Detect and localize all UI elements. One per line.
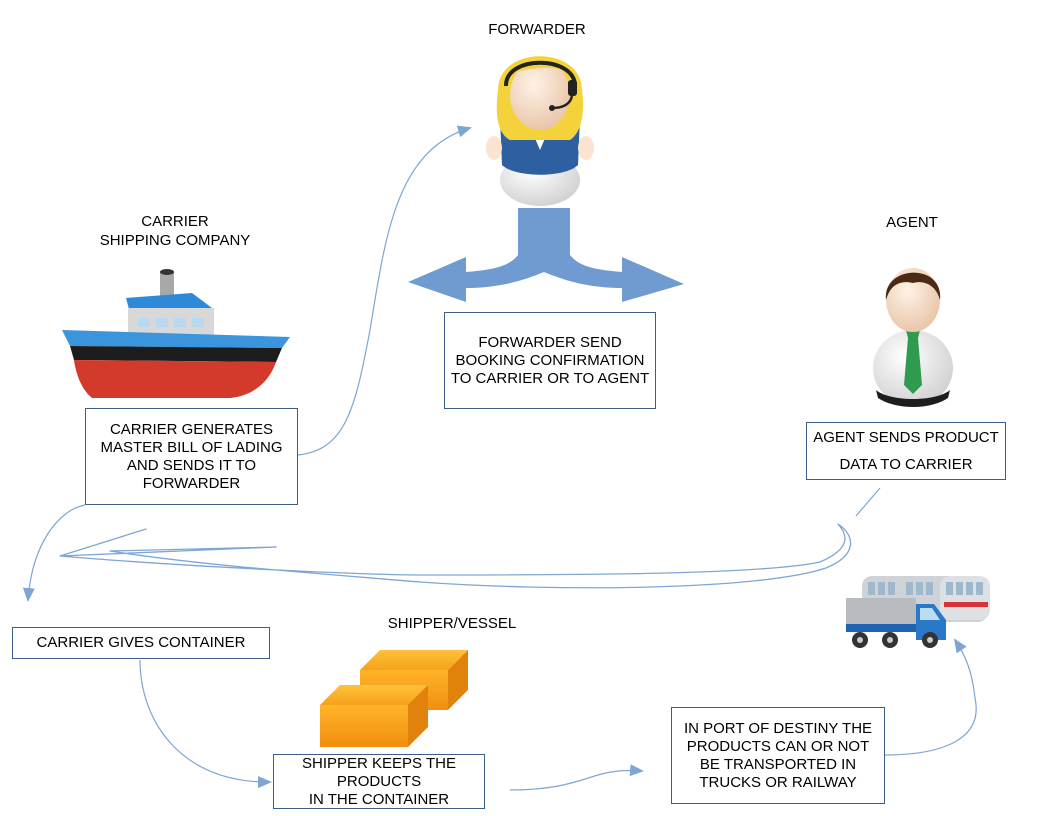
container-icon: [320, 650, 468, 747]
box-port-destiny: IN PORT OF DESTINY THE PRODUCTS CAN OR N…: [671, 707, 885, 804]
businessman-icon: [873, 268, 953, 407]
box-carrier-generates: CARRIER GENERATES MASTER BILL OF LADING …: [85, 408, 298, 505]
headset-person-icon: [486, 56, 594, 206]
box-carrier-gives: CARRIER GIVES CONTAINER: [12, 627, 270, 659]
box-forwarder-send: FORWARDER SEND BOOKING CONFIRMATION TO C…: [444, 312, 656, 409]
box-shipper-keeps: SHIPPER KEEPS THE PRODUCTS IN THE CONTAI…: [273, 754, 485, 809]
ship-icon: [62, 269, 290, 398]
connector-to-shipper: [139, 659, 272, 789]
connector-to-port: [509, 764, 644, 791]
label-forwarder: FORWARDER: [488, 21, 586, 38]
split-arrow: [408, 208, 684, 302]
label-carrier-line2: SHIPPING COMPANY: [99, 232, 251, 249]
diagram-canvas: FORWARDER CARRIER SHIPPING COMPANY AGENT…: [0, 0, 1056, 816]
label-carrier: CARRIER SHIPPING COMPANY: [80, 212, 270, 250]
label-agent: AGENT: [886, 214, 938, 231]
label-carrier-line1: CARRIER: [141, 213, 209, 230]
box-agent-sends: AGENT SENDS PRODUCT DATA TO CARRIER: [806, 422, 1006, 480]
connector-port-to-truck: [884, 638, 977, 756]
label-shipper: SHIPPER/VESSEL: [387, 615, 517, 632]
connector-carrier-down: [22, 504, 86, 602]
truck-train-icon: [846, 576, 990, 648]
return-arrow-to-carrier: [59, 523, 852, 589]
connector-agent-tick: [855, 487, 881, 517]
